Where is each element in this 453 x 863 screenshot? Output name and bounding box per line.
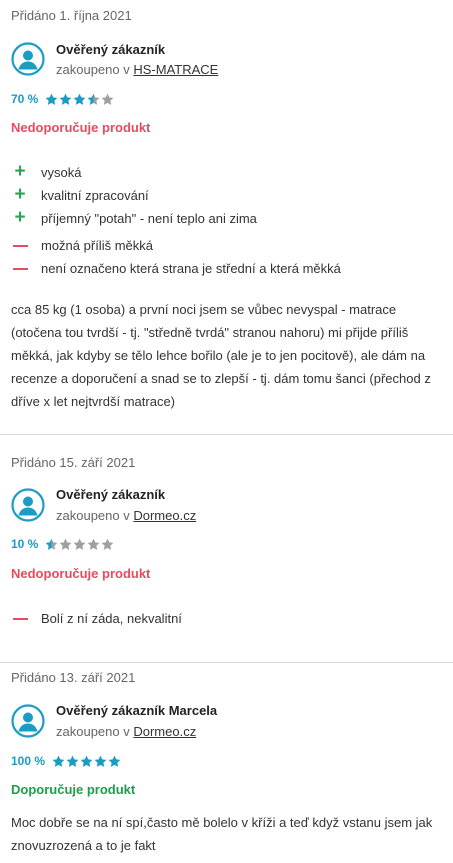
review-item: Přidáno 13. září 2021 Ověřený zákazník M… — [0, 663, 453, 863]
user-avatar-icon — [11, 704, 45, 738]
verdict-label: Nedoporučuje produkt — [11, 566, 151, 581]
pro-item: + příjemný "potah" - není teplo ani zima — [11, 207, 257, 228]
review-item: Přidáno 15. září 2021 Ověřený zákazník z… — [0, 435, 453, 662]
star-icon — [87, 93, 100, 105]
verdict-label: Nedoporučuje produkt — [11, 120, 151, 135]
pro-text: příjemný "potah" - není teplo ani zima — [41, 210, 257, 226]
con-item: možná příliš měkká — [11, 238, 153, 253]
rating: 10 % — [11, 536, 114, 552]
shop-link[interactable]: Dormeo.cz — [133, 508, 196, 523]
review-author: Ověřený zákazník Marcela — [56, 703, 218, 718]
star-icon — [101, 538, 114, 550]
minus-icon — [11, 617, 29, 620]
con-text: možná příliš měkká — [41, 238, 153, 253]
star-icon — [45, 538, 58, 550]
star-icon — [108, 755, 121, 767]
purchase-info: zakoupeno v Dormeo.cz — [56, 724, 196, 739]
rating-percent: 10 % — [11, 537, 39, 551]
star-icon — [73, 538, 86, 550]
review-author: Ověřený zákazník — [56, 42, 166, 57]
star-icon — [66, 755, 79, 767]
user-avatar-icon — [11, 42, 45, 76]
star-icon — [80, 755, 93, 767]
pro-item: + vysoká — [11, 161, 82, 182]
purchase-prefix: zakoupeno v — [56, 508, 130, 523]
review-date: Přidáno 13. září 2021 — [11, 670, 136, 685]
review-date: Přidáno 15. září 2021 — [11, 455, 136, 470]
purchase-prefix: zakoupeno v — [56, 62, 130, 77]
plus-icon: + — [14, 161, 26, 182]
star-icon — [45, 93, 58, 105]
shop-link[interactable]: Dormeo.cz — [133, 724, 196, 739]
review-item: Přidáno 1. října 2021 Ověřený zákazník z… — [0, 0, 453, 434]
purchase-prefix: zakoupeno v — [56, 724, 130, 739]
purchase-info: zakoupeno v Dormeo.cz — [56, 508, 196, 523]
star-icon — [59, 538, 72, 550]
rating-stars — [45, 538, 114, 551]
rating-percent: 100 % — [11, 754, 46, 768]
rating: 100 % — [11, 753, 121, 769]
pro-text: vysoká — [41, 164, 82, 180]
minus-icon — [11, 244, 29, 247]
con-item: není označeno která strana je střední a … — [11, 261, 341, 276]
pro-item: + kvalitní zpracování — [11, 184, 149, 205]
minus-icon — [11, 267, 29, 270]
plus-icon: + — [14, 184, 26, 205]
star-icon — [52, 755, 65, 767]
plus-icon: + — [14, 207, 26, 228]
con-item: Bolí z ní záda, nekvalitní — [11, 611, 182, 626]
review-date: Přidáno 1. října 2021 — [11, 8, 132, 23]
star-icon — [87, 538, 100, 550]
review-author: Ověřený zákazník — [56, 487, 166, 502]
shop-link[interactable]: HS-MATRACE — [133, 62, 218, 77]
review-text: cca 85 kg (1 osoba) a první noci jsem se… — [11, 302, 431, 409]
purchase-info: zakoupeno v HS-MATRACE — [56, 62, 218, 77]
user-avatar-icon — [11, 488, 45, 522]
review-text: Moc dobře se na ní spí,často mě bolelo v… — [11, 815, 433, 853]
pro-text: kvalitní zpracování — [41, 187, 149, 203]
star-icon — [59, 93, 72, 105]
star-icon — [101, 93, 114, 105]
con-text: Bolí z ní záda, nekvalitní — [41, 611, 182, 626]
verdict-label: Doporučuje produkt — [11, 782, 136, 797]
star-icon — [73, 93, 86, 105]
star-icon — [94, 755, 107, 767]
rating: 70 % — [11, 91, 114, 107]
rating-stars — [52, 755, 121, 768]
rating-percent: 70 % — [11, 92, 39, 106]
con-text: není označeno která strana je střední a … — [41, 261, 341, 276]
rating-stars — [45, 93, 114, 106]
